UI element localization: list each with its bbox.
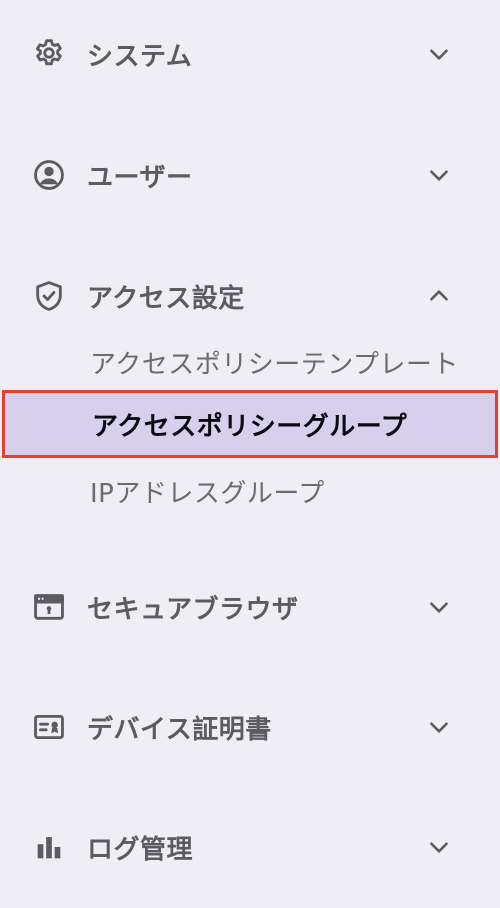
secure-browser-icon (32, 590, 66, 624)
bar-chart-icon (32, 830, 66, 864)
chevron-down-icon[interactable] (424, 160, 454, 190)
sidebar-section-label: ログ管理 (87, 834, 194, 865)
sidebar-section-user[interactable]: ユーザー (0, 145, 500, 205)
shield-check-icon (32, 279, 66, 313)
sidebar-subitem-label: アクセスポリシーテンプレート (90, 349, 459, 380)
sidebar-subitem-label: IPアドレスグループ (90, 478, 325, 509)
sidebar-section-label: デバイス証明書 (87, 714, 272, 745)
sidebar-section-log-management[interactable]: ログ管理 (0, 817, 500, 877)
sidebar-section-label: セキュアブラウザ (87, 594, 299, 625)
certificate-icon (32, 710, 66, 744)
sidebar-section-system[interactable]: システム (0, 24, 500, 84)
sidebar-section-device-certificate[interactable]: デバイス証明書 (0, 697, 500, 757)
sidebar-section-label: アクセス設定 (87, 283, 245, 314)
sidebar-subitem-access-policy-template[interactable]: アクセスポリシーテンプレート (0, 331, 500, 393)
sidebar-subitem-label: アクセスポリシーグループ (92, 411, 408, 442)
sidebar-section-secure-browser[interactable]: セキュアブラウザ (0, 577, 500, 637)
chevron-down-icon[interactable] (424, 712, 454, 742)
sidebar-subitem-access-policy-group[interactable]: アクセスポリシーグループ (2, 390, 498, 458)
user-circle-icon (32, 158, 66, 192)
gear-icon (32, 37, 66, 71)
chevron-down-icon[interactable] (424, 832, 454, 862)
sidebar-section-label: システム (87, 41, 193, 72)
sidebar-section-access-settings[interactable]: アクセス設定 (0, 266, 500, 326)
sidebar-section-label: ユーザー (87, 162, 193, 193)
chevron-up-icon[interactable] (424, 281, 454, 311)
sidebar-subitem-ip-address-group[interactable]: IPアドレスグループ (0, 460, 500, 522)
sidebar-nav: システム ユーザー アクセス設定 アクセスポリシーテンプレート アクセスポリシー… (0, 0, 500, 908)
chevron-down-icon[interactable] (424, 39, 454, 69)
chevron-down-icon[interactable] (424, 592, 454, 622)
